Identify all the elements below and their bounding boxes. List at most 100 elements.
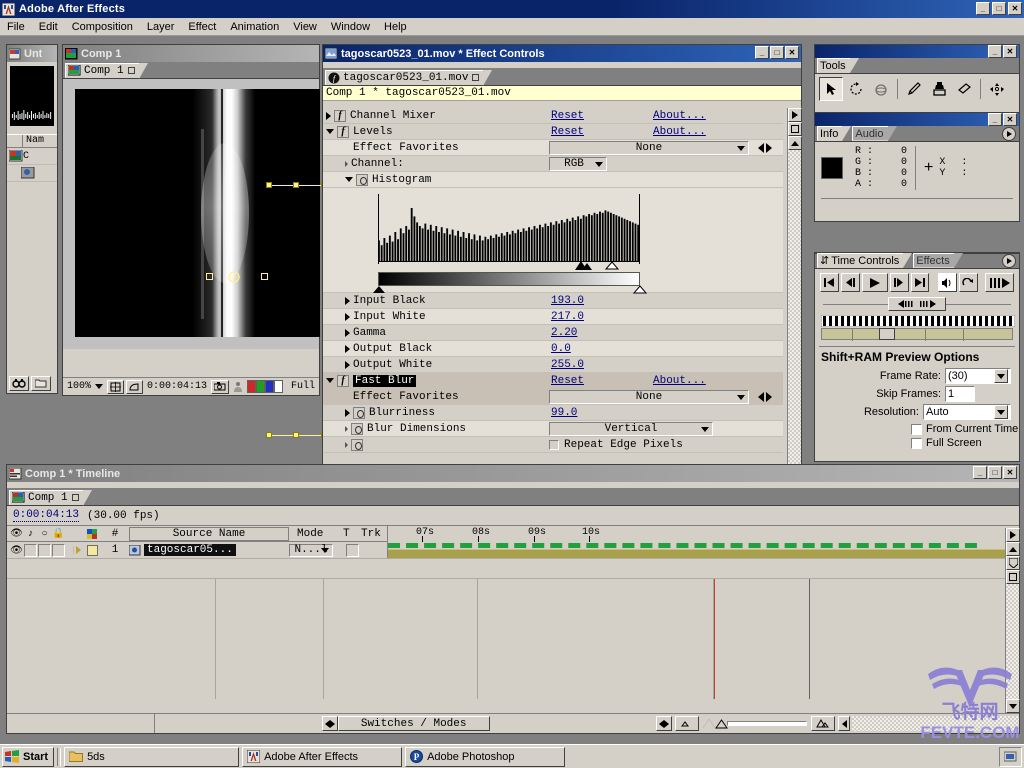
work-area-bar[interactable]: [820, 314, 1016, 341]
from-current-time-row[interactable]: From Current Time: [815, 421, 1019, 435]
param-value-input-white[interactable]: 217.0: [551, 311, 584, 323]
effect-controls-tab[interactable]: f tagoscar0523_01.mov: [325, 70, 493, 86]
info-minimize-button[interactable]: _: [988, 113, 1002, 126]
solo-switch[interactable]: [38, 543, 51, 557]
tab-close-icon[interactable]: [127, 67, 135, 74]
channel-buttons[interactable]: [247, 380, 284, 393]
timeline-current-time[interactable]: 0:00:04:13: [13, 509, 80, 522]
zoom-toggle-button[interactable]: [656, 716, 673, 731]
app-maximize-button[interactable]: □: [992, 2, 1006, 15]
effect-controls-close-button[interactable]: ✕: [785, 46, 799, 59]
timeline-scroll-down[interactable]: [1006, 699, 1020, 713]
param-row-channel[interactable]: Channel: RGB: [323, 156, 783, 172]
comp-canvas[interactable]: [75, 89, 320, 337]
param-value-output-white[interactable]: 255.0: [551, 359, 584, 371]
disclosure-triangle-icon[interactable]: [345, 441, 348, 448]
param-row-effect-favorites-fast-blur[interactable]: Effect Favorites None: [323, 389, 783, 405]
column-index[interactable]: #: [101, 528, 129, 540]
first-frame-button[interactable]: [820, 273, 839, 292]
column-mode[interactable]: Mode: [289, 528, 343, 540]
table-row[interactable]: 👁 1 tagoscar05... N...l: [7, 542, 1019, 559]
time-controls-timebar[interactable]: [821, 328, 1013, 341]
input-white-slider[interactable]: [605, 261, 619, 270]
tab-close-icon[interactable]: [472, 74, 480, 81]
fx-enable-icon[interactable]: f: [337, 125, 349, 138]
project-row-comp[interactable]: C: [7, 148, 57, 165]
input-black-slider[interactable]: [575, 261, 597, 270]
comp-current-time[interactable]: 0:00:04:13: [145, 380, 209, 394]
region-of-interest-button[interactable]: [107, 379, 125, 394]
spinner-right-icon[interactable]: [766, 142, 772, 153]
timeline-ruler[interactable]: 07s 08s 09s 10s: [387, 525, 1019, 542]
timeline-close-button[interactable]: ✕: [1003, 466, 1017, 479]
reset-link-channel-mixer[interactable]: Reset: [551, 110, 584, 122]
ram-preview-button[interactable]: [984, 273, 1015, 292]
resolution-combo[interactable]: Auto: [923, 404, 1011, 420]
disclosure-triangle-icon[interactable]: [345, 328, 350, 337]
time-indicator-line[interactable]: [714, 579, 715, 699]
effect-row-levels[interactable]: f Levels Reset About...: [323, 124, 783, 140]
menu-window[interactable]: Window: [324, 20, 377, 34]
start-button[interactable]: Start: [2, 746, 55, 767]
loop-button[interactable]: [958, 273, 978, 292]
time-controls-flyout-menu-button[interactable]: [1002, 254, 1016, 268]
spinner-left-icon[interactable]: [758, 391, 764, 402]
tab-audio[interactable]: Audio: [852, 126, 897, 141]
lock-switch[interactable]: [52, 543, 65, 557]
take-snapshot-button[interactable]: [211, 379, 230, 394]
app-minimize-button[interactable]: _: [976, 2, 990, 15]
param-row-input-black[interactable]: Input Black 193.0: [323, 293, 783, 309]
blur-dimensions-combo[interactable]: Vertical: [549, 421, 713, 436]
disclosure-triangle-icon[interactable]: [345, 425, 348, 432]
selection-handle-bottom-left[interactable]: [266, 432, 272, 438]
switches-modes-toggle-left[interactable]: [321, 716, 338, 731]
eye-icon[interactable]: 👁: [10, 528, 23, 539]
column-source-name[interactable]: Source Name: [129, 526, 289, 541]
show-snapshot-button[interactable]: [231, 380, 245, 394]
layer-label-color[interactable]: [83, 544, 101, 556]
solo-icon[interactable]: ○: [38, 528, 51, 539]
switches-modes-button[interactable]: Switches / Modes: [337, 716, 490, 731]
param-row-output-white[interactable]: Output White 255.0: [323, 357, 783, 373]
disclosure-triangle-icon[interactable]: [326, 111, 331, 120]
selection-handle-top-left[interactable]: [266, 182, 272, 188]
menu-layer[interactable]: Layer: [140, 20, 182, 34]
tab-close-icon[interactable]: [71, 494, 79, 501]
comp-canvas-area[interactable]: [63, 79, 327, 438]
label-color-header[interactable]: [83, 528, 101, 539]
timeline-scroll-up[interactable]: [1006, 542, 1020, 556]
folder-icon[interactable]: [31, 376, 51, 391]
quality-slider-handle[interactable]: [888, 297, 946, 311]
audio-switch[interactable]: [24, 543, 37, 557]
param-row-repeat-edge-pixels[interactable]: Repeat Edge Pixels: [323, 437, 783, 453]
menu-composition[interactable]: Composition: [65, 20, 140, 34]
param-value-output-black[interactable]: 0.0: [551, 343, 571, 355]
tools-close-button[interactable]: ✕: [1003, 45, 1017, 58]
timeline-scroll-left-button[interactable]: [838, 716, 851, 731]
repeat-edge-pixels-checkbox[interactable]: [549, 439, 559, 450]
selection-handle-right-mid[interactable]: [261, 273, 268, 280]
time-marker-handle[interactable]: [879, 328, 895, 340]
menu-file[interactable]: File: [0, 20, 32, 34]
info-panel-titlebar[interactable]: _ ✕: [815, 113, 1019, 126]
timeline-comp-marker-button[interactable]: [1006, 556, 1020, 570]
param-row-blurriness[interactable]: Blurriness 99.0: [323, 405, 783, 421]
column-trk[interactable]: Trk: [361, 528, 387, 540]
menu-animation[interactable]: Animation: [223, 20, 286, 34]
lock-icon[interactable]: 🔒: [52, 528, 65, 539]
chevron-down-icon[interactable]: [95, 384, 104, 389]
menu-view[interactable]: View: [286, 20, 324, 34]
find-icon[interactable]: [9, 376, 29, 391]
info-close-button[interactable]: ✕: [1003, 113, 1017, 126]
column-t[interactable]: T: [343, 528, 361, 540]
tools-panel-titlebar[interactable]: _ ✕: [815, 45, 1019, 58]
rotate-tool[interactable]: [844, 77, 868, 101]
play-button[interactable]: [861, 273, 888, 292]
disclosure-triangle-icon[interactable]: [345, 360, 350, 369]
audio-toggle-button[interactable]: [937, 273, 957, 292]
effect-controls-titlebar[interactable]: tagoscar0523_01.mov * Effect Controls _ …: [323, 45, 801, 62]
anchor-point-icon[interactable]: [227, 270, 241, 284]
effect-row-fast-blur[interactable]: f Fast Blur Reset About...: [323, 373, 783, 389]
about-link-fast-blur[interactable]: About...: [653, 375, 706, 387]
transparency-grid-button[interactable]: [126, 379, 144, 394]
